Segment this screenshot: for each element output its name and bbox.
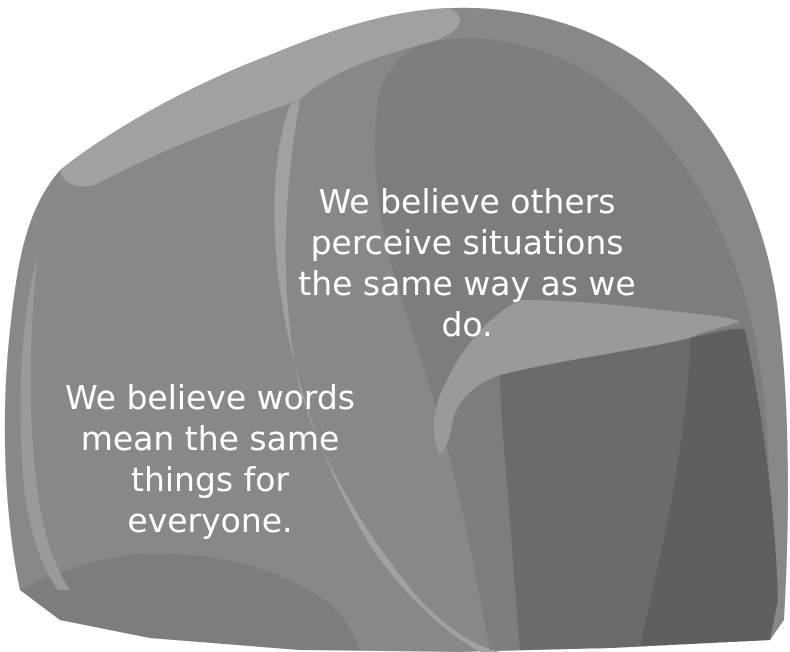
- caption-perception: We believe others perceive situations th…: [298, 182, 636, 344]
- caption-words: We believe words mean the same things fo…: [64, 378, 355, 540]
